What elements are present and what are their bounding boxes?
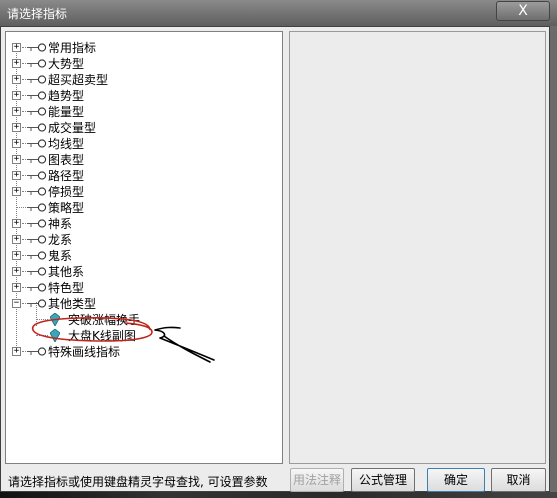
dialog-body: + 常用指标 + 大势型 + 超买超卖型 + 趋势型 + 能量型 + 成交量型 + 均线型 + 图表型 + 路径型… — [0, 26, 550, 492]
desktop-strip — [0, 492, 557, 498]
tree-item-label: 路径型 — [48, 169, 85, 183]
key-node-icon — [27, 235, 47, 244]
tree-category-item[interactable]: + 神系 — [6, 216, 276, 232]
expand-toggle-icon[interactable]: + — [12, 171, 21, 180]
window-title: 请选择指标 — [7, 7, 68, 21]
key-node-icon — [27, 107, 47, 116]
indicator-tree[interactable]: + 常用指标 + 大势型 + 超买超卖型 + 趋势型 + 能量型 + 成交量型 + 均线型 + 图表型 + 路径型… — [5, 31, 283, 464]
status-hint: 请选择指标或使用键盘精灵字母查找, 可设置参数 — [8, 475, 268, 489]
tree-item-label: 超买超卖型 — [48, 73, 109, 87]
indicator-preview-panel — [289, 31, 546, 464]
tree-item-label: 趋势型 — [48, 89, 85, 103]
tree-category-item[interactable]: + 特色型 — [6, 280, 276, 296]
tree-connector — [36, 319, 48, 320]
tree-item-label: 神系 — [48, 217, 73, 231]
tree-category-item[interactable]: + 其他系 — [6, 264, 276, 280]
tree-leaf-item[interactable]: 大盘K线副图 — [6, 328, 276, 344]
key-node-icon — [27, 187, 47, 196]
key-node-icon — [27, 123, 47, 132]
tree-item-label: 常用指标 — [48, 41, 97, 55]
key-node-icon — [27, 91, 47, 100]
key-node-icon — [27, 43, 47, 52]
key-node-icon — [27, 251, 47, 260]
gem-icon — [50, 313, 60, 326]
title-bar[interactable]: 请选择指标 X — [0, 0, 557, 26]
tree-category-item[interactable]: − 其他类型 — [6, 296, 276, 312]
tree-category-item[interactable]: + 能量型 — [6, 104, 276, 120]
tree-category-item[interactable]: + 路径型 — [6, 168, 276, 184]
key-node-icon — [27, 203, 47, 212]
expand-toggle-icon[interactable]: + — [12, 283, 21, 292]
tree-item-label: 策略型 — [48, 201, 85, 215]
key-node-icon — [27, 75, 47, 84]
close-button[interactable]: X — [496, 1, 550, 21]
expand-toggle-icon[interactable]: + — [12, 235, 21, 244]
expand-toggle-icon[interactable]: + — [12, 91, 21, 100]
tree-category-item[interactable]: + 成交量型 — [6, 120, 276, 136]
tree-category-item[interactable]: + 鬼系 — [6, 248, 276, 264]
expand-toggle-icon[interactable]: + — [12, 123, 21, 132]
key-node-icon — [27, 283, 47, 292]
key-node-icon — [27, 155, 47, 164]
expand-toggle-icon[interactable]: + — [12, 107, 21, 116]
key-node-icon — [27, 139, 47, 148]
tree-category-item[interactable]: + 特殊画线指标 — [6, 344, 276, 360]
key-node-icon — [27, 347, 47, 356]
tree-item-label: 停损型 — [48, 185, 85, 199]
tree-item-label: 能量型 — [48, 105, 85, 119]
tree-item-label: 成交量型 — [48, 121, 97, 135]
expand-toggle-icon[interactable]: + — [12, 59, 21, 68]
expand-toggle-icon[interactable]: + — [12, 187, 21, 196]
tree-item-label: 龙系 — [48, 233, 73, 247]
expand-toggle-icon[interactable]: + — [12, 347, 21, 356]
tree-item-label: 特殊画线指标 — [48, 345, 121, 359]
expand-toggle-icon[interactable]: + — [12, 267, 21, 276]
tree-category-item[interactable]: + 图表型 — [6, 152, 276, 168]
expand-toggle-icon[interactable]: + — [12, 43, 21, 52]
expand-toggle-icon[interactable]: + — [12, 251, 21, 260]
tree-item-label: 突破涨幅换手 — [68, 313, 141, 327]
expand-toggle-icon[interactable]: + — [12, 155, 21, 164]
tree-item-label: 特色型 — [48, 281, 85, 295]
tree-category-item[interactable]: + 龙系 — [6, 232, 276, 248]
tree-category-item[interactable]: + 停损型 — [6, 184, 276, 200]
tree-category-item[interactable]: 策略型 — [6, 200, 276, 216]
usage-notes-button[interactable]: 用法注释 — [290, 468, 344, 492]
tree-item-label: 鬼系 — [48, 249, 73, 263]
expand-toggle-icon[interactable]: + — [12, 75, 21, 84]
ok-button[interactable]: 确定 — [427, 468, 485, 492]
tree-item-label: 图表型 — [48, 153, 85, 167]
key-node-icon — [27, 171, 47, 180]
tree-category-item[interactable]: + 大势型 — [6, 56, 276, 72]
tree-item-label: 均线型 — [48, 137, 85, 151]
tree-item-label: 大盘K线副图 — [68, 329, 136, 343]
key-node-icon — [27, 59, 47, 68]
key-node-icon — [27, 219, 47, 228]
collapse-toggle-icon[interactable]: − — [12, 299, 21, 308]
tree-category-item[interactable]: + 常用指标 — [6, 40, 276, 56]
tree-category-item[interactable]: + 超买超卖型 — [6, 72, 276, 88]
gem-icon — [50, 329, 60, 342]
tree-leaf-item[interactable]: 突破涨幅换手 — [6, 312, 276, 328]
tree-connector — [36, 335, 48, 336]
key-node-icon — [27, 299, 47, 308]
tree-item-label: 大势型 — [48, 57, 85, 71]
tree-category-item[interactable]: + 均线型 — [6, 136, 276, 152]
indicator-select-dialog: 请选择指标 X + 常用指标 + 大势型 + 超买超卖型 + 趋势型 + 能量型 + 成交量型 + 均线型… — [0, 0, 557, 498]
tree-item-label: 其他类型 — [48, 297, 97, 311]
expand-toggle-icon[interactable]: + — [12, 139, 21, 148]
tree-item-label: 其他系 — [48, 265, 85, 279]
tree-category-item[interactable]: + 趋势型 — [6, 88, 276, 104]
cancel-button[interactable]: 取消 — [491, 468, 546, 492]
formula-manage-button[interactable]: 公式管理 — [351, 468, 415, 492]
key-node-icon — [27, 267, 47, 276]
expand-toggle-icon[interactable]: + — [12, 219, 21, 228]
